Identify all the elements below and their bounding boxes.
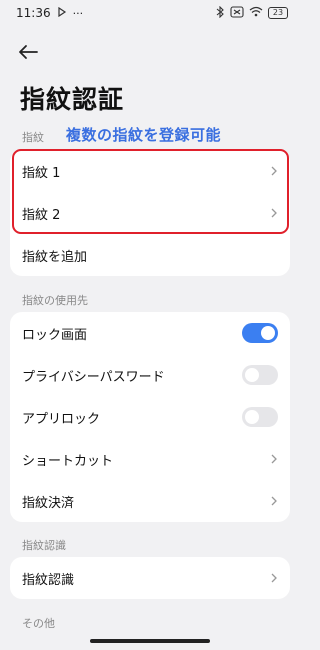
fingerprint-recognition-row[interactable]: 指紋認識 (10, 557, 290, 599)
add-fingerprint-label: 指紋を追加 (22, 249, 88, 265)
fingerprint-recognition-label: 指紋認識 (22, 572, 75, 588)
fingerprint-payment-label: 指紋決済 (22, 495, 75, 511)
app-lock-row[interactable]: アプリロック (10, 396, 290, 438)
chevron-right-icon (270, 495, 278, 507)
play-icon (57, 6, 67, 20)
section-label-other: その他 (22, 617, 55, 630)
back-button[interactable] (16, 40, 40, 64)
lock-screen-toggle[interactable] (242, 323, 278, 343)
lock-screen-row[interactable]: ロック画面 (10, 312, 290, 354)
chevron-right-icon (270, 165, 278, 177)
add-fingerprint-button[interactable]: 指紋を追加 (10, 234, 290, 276)
back-arrow-icon (19, 45, 38, 59)
status-time: 11:36 (16, 6, 51, 20)
recognition-card: 指紋認識 (10, 557, 290, 599)
app-lock-label: アプリロック (22, 411, 101, 427)
fingerprint-item-label: 指紋 2 (22, 207, 61, 223)
privacy-password-label: プライバシーパスワード (22, 369, 165, 385)
wifi-icon (249, 6, 263, 20)
fingerprint-item-2[interactable]: 指紋 2 (10, 192, 290, 234)
battery-icon: 23 (268, 7, 288, 19)
bluetooth-icon (215, 5, 225, 21)
fingerprint-payment-row[interactable]: 指紋決済 (10, 480, 290, 522)
status-bar: 11:36 ··· 23 (0, 0, 300, 26)
section-label-fingerprint: 指紋 (22, 131, 44, 144)
section-label-usage: 指紋の使用先 (22, 294, 88, 307)
fingerprint-item-label: 指紋 1 (22, 165, 61, 181)
more-dots-icon: ··· (72, 6, 84, 20)
page-title: 指紋認証 (20, 85, 125, 114)
chevron-right-icon (270, 453, 278, 465)
no-sim-icon (230, 5, 244, 21)
lock-screen-label: ロック画面 (22, 327, 88, 343)
shortcut-row[interactable]: ショートカット (10, 438, 290, 480)
chevron-right-icon (270, 572, 278, 584)
fingerprint-item-1[interactable]: 指紋 1 (10, 150, 290, 192)
shortcut-label: ショートカット (22, 453, 114, 469)
home-indicator[interactable] (90, 639, 210, 643)
app-lock-toggle[interactable] (242, 407, 278, 427)
usage-card: ロック画面 プライバシーパスワード アプリロック ショートカット 指紋決済 (10, 312, 290, 522)
privacy-password-toggle[interactable] (242, 365, 278, 385)
chevron-right-icon (270, 207, 278, 219)
annotation-text: 複数の指紋を登録可能 (66, 126, 222, 144)
fingerprint-card: 指紋 1 指紋 2 指紋を追加 (10, 150, 290, 276)
privacy-password-row[interactable]: プライバシーパスワード (10, 354, 290, 396)
section-label-recognition: 指紋認識 (22, 539, 66, 552)
